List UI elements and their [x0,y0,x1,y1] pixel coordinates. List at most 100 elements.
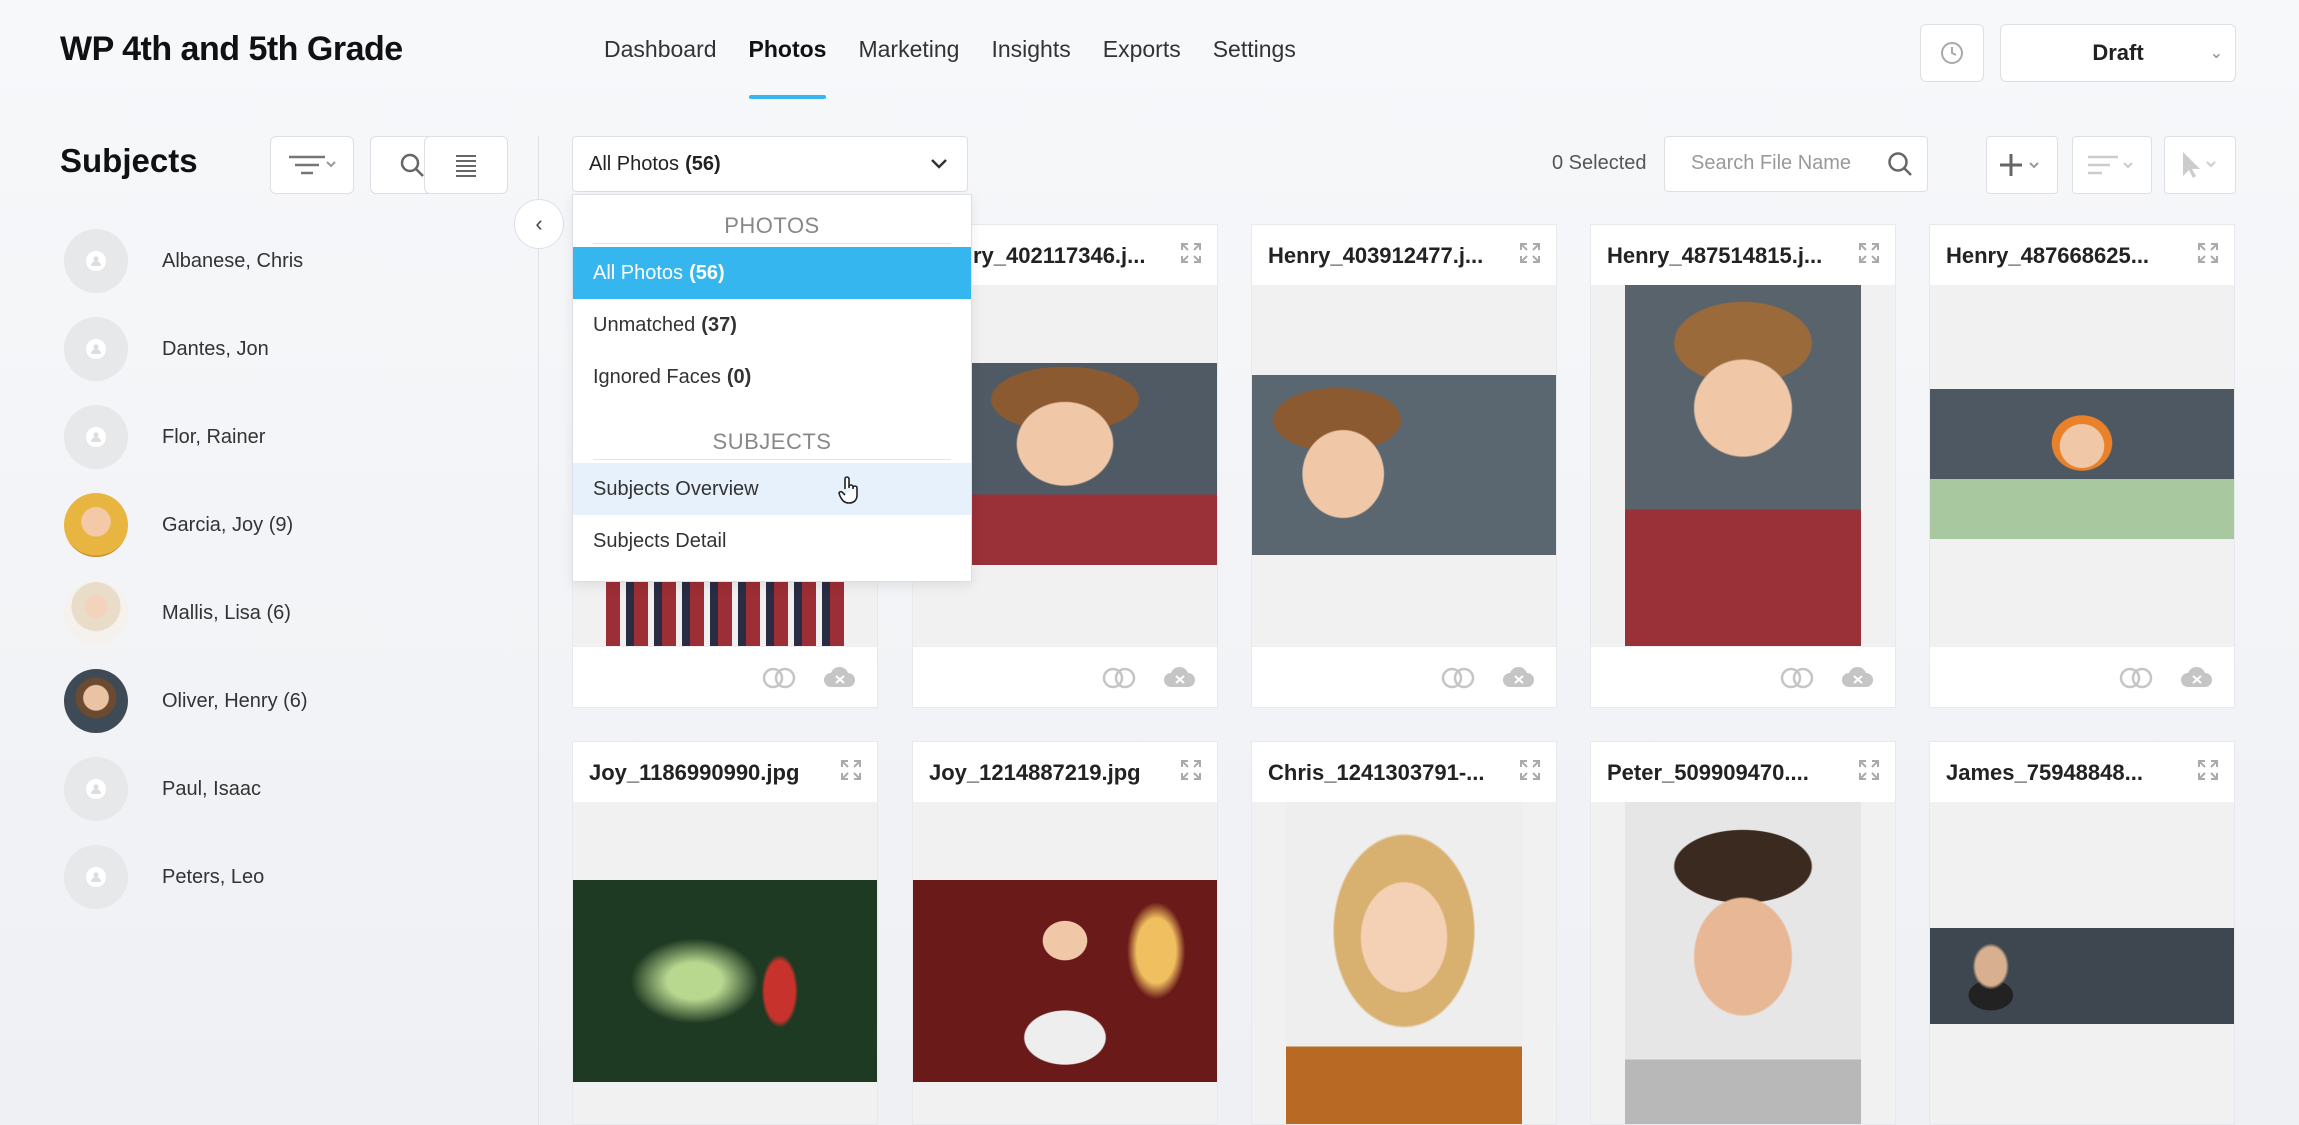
select-mode-button[interactable] [2164,136,2236,194]
expand-icon[interactable] [1518,241,1542,265]
expand-icon[interactable] [1179,241,1203,265]
face-match-icon[interactable] [761,667,797,689]
nav-marketing[interactable]: Marketing [858,36,959,99]
menu-item-count: (56) [689,261,725,284]
photo-filename: Peter_509909470.... [1607,760,1809,785]
nav-exports[interactable]: Exports [1103,36,1181,99]
photo-thumbnail [1591,802,1895,1124]
photo-card[interactable]: Henry_487514815.j... [1590,224,1896,708]
sort-button[interactable] [2072,136,2152,194]
divider [593,459,951,460]
photo-card[interactable]: James_75948848... [1929,741,2235,1125]
menu-item-subjects-overview[interactable]: Subjects Overview [573,463,971,515]
photo-card[interactable]: Joy_1214887219.jpg [912,741,1218,1125]
photo-thumbnail [1591,285,1895,647]
photo-image [1286,802,1522,1124]
face-match-icon[interactable] [1101,667,1137,689]
person-icon [86,427,106,447]
menu-item-label: Subjects Overview [593,477,759,500]
photo-filter-select[interactable]: All Photos (56) [572,136,968,192]
expand-icon[interactable] [1857,758,1881,782]
photo-filter-menu: PHOTOS All Photos (56) Unmatched (37) Ig… [572,194,972,582]
person-icon [86,779,106,799]
expand-icon[interactable] [1518,758,1542,782]
subject-item[interactable]: Mallis, Lisa (6) [64,581,291,645]
expand-icon[interactable] [1857,241,1881,265]
photo-card[interactable]: Peter_509909470.... [1590,741,1896,1125]
subject-name: Peters, Leo [162,865,265,888]
avatar [64,317,128,381]
chevron-left-icon: ‹ [535,211,543,236]
history-button[interactable] [1920,24,1984,82]
photo-filename: Chris_1241303791-... [1268,760,1485,785]
photo-card[interactable]: Joy_1186990990.jpg [572,741,878,1125]
selected-count: 0 Selected [1552,152,1647,174]
cloud-remove-icon[interactable] [1163,665,1197,689]
subject-item[interactable]: Peters, Leo [64,845,264,909]
menu-item-unmatched[interactable]: Unmatched (37) [573,299,971,351]
expand-icon[interactable] [839,758,863,782]
photo-filename: Henry_403912477.j... [1268,243,1484,268]
menu-item-count: (0) [726,365,752,388]
expand-icon[interactable] [2196,758,2220,782]
photo-card[interactable]: Henry_487668625... [1929,224,2235,708]
status-dropdown[interactable]: Draft ⌄ [2000,24,2236,82]
face-match-icon[interactable] [1779,667,1815,689]
collapse-sidebar-button[interactable]: ‹ [514,199,564,249]
photo-thumbnail [573,802,877,1124]
menu-section-subjects: SUBJECTS [712,429,832,454]
avatar [64,229,128,293]
clock-icon [1941,42,1963,64]
person-icon [86,867,106,887]
subject-item[interactable]: Garcia, Joy (9) [64,493,293,557]
app-title: WP 4th and 5th Grade [60,30,403,68]
divider [593,243,951,244]
nav-dashboard[interactable]: Dashboard [604,36,717,99]
menu-item-subjects-detail[interactable]: Subjects Detail [573,515,971,567]
photo-filename: Joy_1214887219.jpg [929,760,1141,785]
avatar [64,757,128,821]
menu-item-ignored-faces[interactable]: Ignored Faces (0) [573,351,971,403]
subject-item[interactable]: Dantes, Jon [64,317,269,381]
subject-name: Albanese, Chris [162,249,304,272]
nav-settings[interactable]: Settings [1213,36,1296,99]
hand-cursor-icon [838,476,858,504]
photo-filename: Joy_1186990990.jpg [589,760,800,785]
add-button[interactable] [1986,136,2058,194]
photo-card[interactable]: Chris_1241303791-... [1251,741,1557,1125]
search-icon [400,153,424,177]
search-file-field[interactable] [1664,136,1928,192]
avatar [64,845,128,909]
photo-thumbnail [1930,285,2234,647]
list-icon [456,155,476,177]
subject-item[interactable]: Paul, Isaac [64,757,261,821]
photo-filename: Henry_487668625... [1946,243,2150,268]
menu-item-all-photos[interactable]: All Photos (56) [573,247,971,299]
search-file-input[interactable] [1689,151,1893,176]
photo-thumbnail [1930,802,2234,1124]
chevron-down-icon: ⌄ [2209,45,2223,62]
face-match-icon[interactable] [1440,667,1476,689]
nav-insights[interactable]: Insights [991,36,1070,99]
list-view-button[interactable] [424,136,508,194]
person-icon [86,251,106,271]
expand-icon[interactable] [2196,241,2220,265]
menu-item-label: Ignored Faces [593,365,721,388]
subject-item[interactable]: Albanese, Chris [64,229,303,293]
card-footer [1252,646,1556,707]
cloud-remove-icon[interactable] [1841,665,1875,689]
nav-photos[interactable]: Photos [748,36,826,99]
subject-item[interactable]: Flor, Rainer [64,405,265,469]
photo-card[interactable]: Henry_403912477.j... [1251,224,1557,708]
search-icon [1888,152,1912,176]
cloud-remove-icon[interactable] [1502,665,1536,689]
photo-thumbnail [913,802,1217,1124]
expand-icon[interactable] [1179,758,1203,782]
cloud-remove-icon[interactable] [2180,665,2214,689]
photo-filename: James_75948848... [1946,760,2143,785]
face-match-icon[interactable] [2118,667,2154,689]
cloud-remove-icon[interactable] [823,665,857,689]
photo-image [1930,928,2234,1024]
filter-button[interactable] [270,136,354,194]
subject-item[interactable]: Oliver, Henry (6) [64,669,308,733]
